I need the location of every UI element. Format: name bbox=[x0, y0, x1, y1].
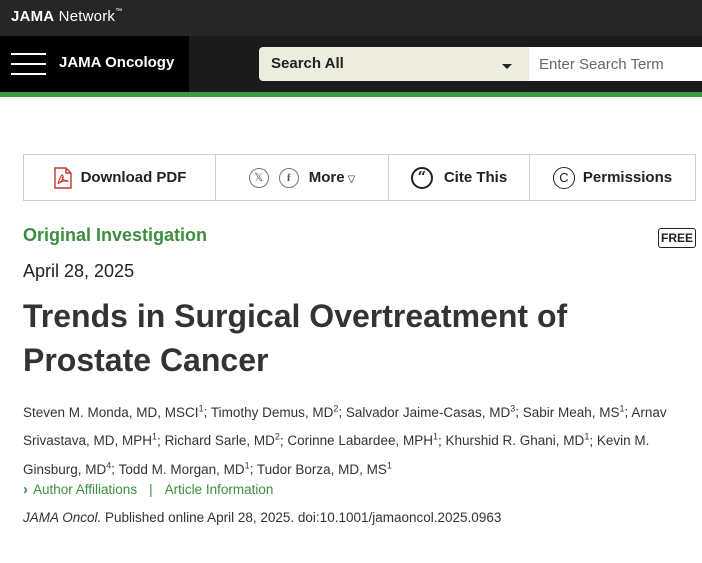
menu-icon[interactable] bbox=[11, 53, 46, 75]
author-affiliation-number: 1 bbox=[244, 460, 250, 470]
download-pdf-button[interactable]: Download PDF bbox=[24, 155, 216, 200]
pdf-icon bbox=[53, 166, 72, 189]
article-type: Original Investigation bbox=[23, 225, 208, 245]
article-title: Trends in Surgical Overtreatment of Pros… bbox=[23, 298, 568, 378]
author-entry[interactable]: Todd M. Morgan, MD1 bbox=[118, 460, 250, 477]
journal-title[interactable]: JAMA Oncology bbox=[59, 54, 174, 71]
more-button[interactable]: More ▽ bbox=[309, 169, 356, 186]
author-entry[interactable]: Sabir Meah, MS1 bbox=[522, 403, 625, 420]
author-name: Timothy Demus, MD bbox=[210, 404, 334, 420]
more-label: More bbox=[308, 169, 345, 186]
journal-brand: JAMA Oncology bbox=[0, 36, 189, 92]
author-entry[interactable]: Richard Sarle, MD2 bbox=[164, 431, 280, 449]
quote-icon: “ bbox=[410, 166, 433, 189]
permissions-label: Permissions bbox=[582, 169, 673, 186]
network-bar: JAMA Network™ bbox=[0, 0, 702, 36]
network-logo-bold: JAMA bbox=[11, 8, 55, 25]
author-entry[interactable]: Tudor Borza, MD, MS1 bbox=[256, 460, 392, 477]
search-input[interactable] bbox=[529, 47, 702, 81]
chevron-right-icon: › bbox=[23, 481, 28, 498]
author-entry[interactable]: Khurshid R. Ghani, MD1 bbox=[445, 431, 590, 449]
copyright-icon: C bbox=[552, 166, 575, 189]
citation-line: JAMA Oncol. Published online April 28, 2… bbox=[23, 510, 501, 525]
author-affiliation-number: 1 bbox=[386, 460, 392, 470]
author-affiliation-number: 2 bbox=[333, 403, 339, 413]
author-name: Salvador Jaime-Casas, MD bbox=[345, 404, 511, 420]
free-badge: FREE bbox=[658, 228, 696, 248]
x-icon[interactable]: 𝕏 bbox=[248, 167, 269, 188]
author-entry[interactable]: Steven M. Monda, MD, MSCI1 bbox=[23, 403, 204, 420]
author-affiliation-number: 1 bbox=[432, 431, 438, 442]
cite-this-label: Cite This bbox=[443, 169, 508, 186]
article-date: April 28, 2025 bbox=[23, 261, 135, 281]
caret-down-icon bbox=[502, 64, 512, 69]
facebook-icon[interactable]: f bbox=[278, 167, 299, 188]
author-name: Khurshid R. Ghani, MD bbox=[445, 433, 585, 448]
author-affiliations-link[interactable]: Author Affiliations bbox=[33, 482, 137, 497]
search-scope-label: Search All bbox=[271, 55, 344, 72]
author-affiliation-number: 1 bbox=[198, 403, 204, 413]
author-affiliation-number: 1 bbox=[584, 431, 590, 442]
header-divider bbox=[0, 92, 702, 97]
author-affiliation-number: 1 bbox=[152, 431, 158, 442]
journal-header: JAMA Oncology Search All bbox=[0, 36, 702, 92]
jama-network-logo[interactable]: JAMA Network™ bbox=[11, 8, 122, 25]
permissions-button[interactable]: C Permissions bbox=[530, 155, 695, 200]
author-name: Steven M. Monda, MD, MSCI bbox=[23, 404, 199, 420]
link-separator: | bbox=[149, 482, 153, 497]
author-entry[interactable]: Corinne Labardee, MPH1 bbox=[287, 431, 438, 449]
author-name: Corinne Labardee, MPH bbox=[287, 433, 433, 448]
journal-abbrev: JAMA Oncol. bbox=[23, 510, 102, 525]
author-name: Sabir Meah, MS bbox=[522, 404, 620, 420]
article-toolbar: Download PDF 𝕏 f More ▽ “ Cite This C Per… bbox=[23, 154, 696, 201]
caret-down-icon: ▽ bbox=[347, 174, 356, 185]
author-affiliation-number: 1 bbox=[619, 403, 625, 413]
author-affiliation-number: 3 bbox=[510, 403, 516, 413]
article-information-link[interactable]: Article Information bbox=[165, 482, 274, 497]
publication-info: Published online April 28, 2025. doi:10.… bbox=[101, 510, 502, 525]
article-links: › Author Affiliations | Article Informat… bbox=[23, 481, 273, 498]
author-affiliation-number: 4 bbox=[106, 460, 112, 470]
author-entry[interactable]: Timothy Demus, MD2 bbox=[210, 403, 339, 420]
cite-this-button[interactable]: “ Cite This bbox=[389, 155, 530, 200]
download-pdf-label: Download PDF bbox=[80, 169, 187, 186]
network-logo-rest: Network bbox=[54, 8, 116, 25]
share-group: 𝕏 f More ▽ bbox=[216, 155, 389, 200]
author-entry[interactable]: Salvador Jaime-Casas, MD3 bbox=[345, 403, 516, 420]
author-name: Tudor Borza, MD, MS bbox=[256, 461, 387, 477]
network-logo-tm: ™ bbox=[115, 8, 123, 15]
author-list: Steven M. Monda, MD, MSCI1; Timothy Demu… bbox=[23, 403, 667, 477]
author-name: Todd M. Morgan, MD bbox=[118, 461, 245, 477]
author-name: Richard Sarle, MD bbox=[164, 433, 275, 448]
author-affiliation-number: 2 bbox=[274, 431, 280, 442]
search-scope-select[interactable]: Search All bbox=[259, 47, 529, 81]
